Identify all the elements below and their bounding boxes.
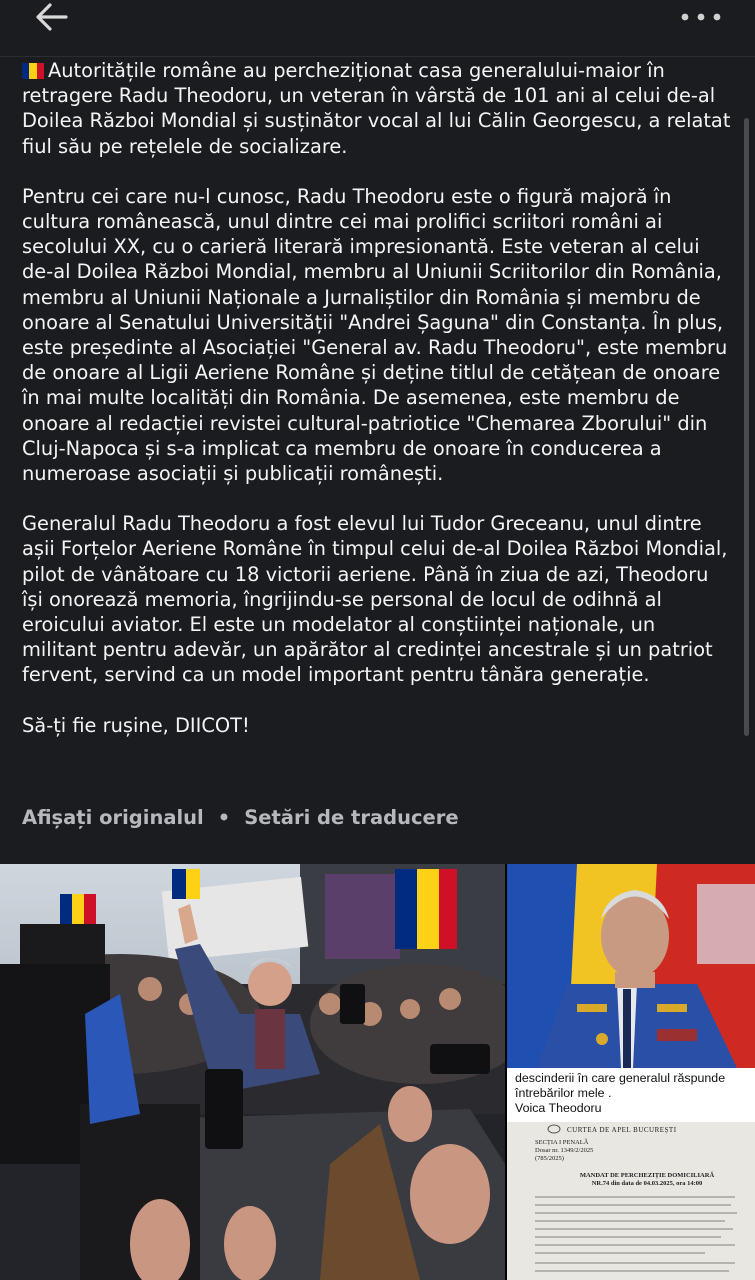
caption-line: Voica Theodoru	[515, 1101, 602, 1115]
search-warrant-document[interactable]: CURTEA DE APEL BUCUREȘTI SECȚIA I PENALĂ…	[507, 1122, 755, 1280]
general-portrait-photo[interactable]	[507, 864, 755, 1068]
translation-actions: Afișați originalul • Setări de traducere	[22, 806, 459, 829]
document-text-line	[535, 1204, 731, 1206]
document-title-date: NR.74 din data de 04.03.2025, ora 14:00	[591, 1180, 703, 1187]
document-section: SECȚIA I PENALĂ Dosar nr. 1349/2/2025 (7…	[535, 1139, 593, 1163]
romania-flag-icon	[22, 60, 44, 79]
document-text-line	[535, 1270, 729, 1272]
post-body: Autoritățile române au percheziționat ca…	[22, 58, 734, 763]
back-button[interactable]	[30, 0, 78, 36]
post-paragraph: Autoritățile române au percheziționat ca…	[22, 58, 734, 159]
post-paragraph: Să-ți fie rușine, DIICOT!	[22, 713, 250, 737]
document-text-line	[535, 1236, 721, 1238]
show-original-link[interactable]: Afișați originalul	[22, 806, 204, 829]
document-file-sub: (785/2025)	[535, 1155, 564, 1162]
more-options-button[interactable]	[679, 4, 725, 30]
document-text-line	[535, 1252, 705, 1254]
court-seal-icon	[547, 1124, 561, 1134]
document-text-line	[535, 1212, 737, 1214]
more-dots-icon	[681, 13, 721, 21]
media-collage[interactable]: descinderii în care generalul răspunde î…	[0, 864, 755, 1280]
document-text-line	[535, 1196, 735, 1198]
post-paragraph: Pentru cei care nu-l cunosc, Radu Theodo…	[22, 184, 728, 486]
document-text-line	[535, 1262, 735, 1264]
top-bar	[0, 0, 755, 57]
image-caption: descinderii în care generalul răspunde î…	[507, 1068, 755, 1122]
document-text-line	[535, 1244, 735, 1246]
caption-line: descinderii în care generalul răspunde	[515, 1071, 726, 1085]
document-section-name: SECȚIA I PENALĂ	[535, 1139, 589, 1146]
scrollbar[interactable]	[744, 118, 749, 736]
translation-settings-link[interactable]: Setări de traducere	[244, 806, 458, 829]
post-paragraph-text: Autoritățile române au percheziționat ca…	[22, 59, 731, 158]
document-text-line	[535, 1220, 725, 1222]
document-title: MANDAT DE PERCHEZIȚIE DOMICILIARĂ NR.74 …	[567, 1172, 727, 1188]
document-title-line: MANDAT DE PERCHEZIȚIE DOMICILIARĂ	[579, 1172, 715, 1179]
arrow-left-icon	[36, 3, 68, 31]
separator-dot: •	[217, 806, 231, 829]
crowd-photo[interactable]	[0, 864, 505, 1280]
document-header: CURTEA DE APEL BUCUREȘTI	[567, 1126, 677, 1134]
caption-line: întrebărilor mele .	[515, 1086, 612, 1100]
document-text-line	[535, 1228, 733, 1230]
document-file-number: Dosar nr. 1349/2/2025	[535, 1147, 594, 1154]
post-paragraph: Generalul Radu Theodoru a fost elevul lu…	[22, 512, 728, 687]
